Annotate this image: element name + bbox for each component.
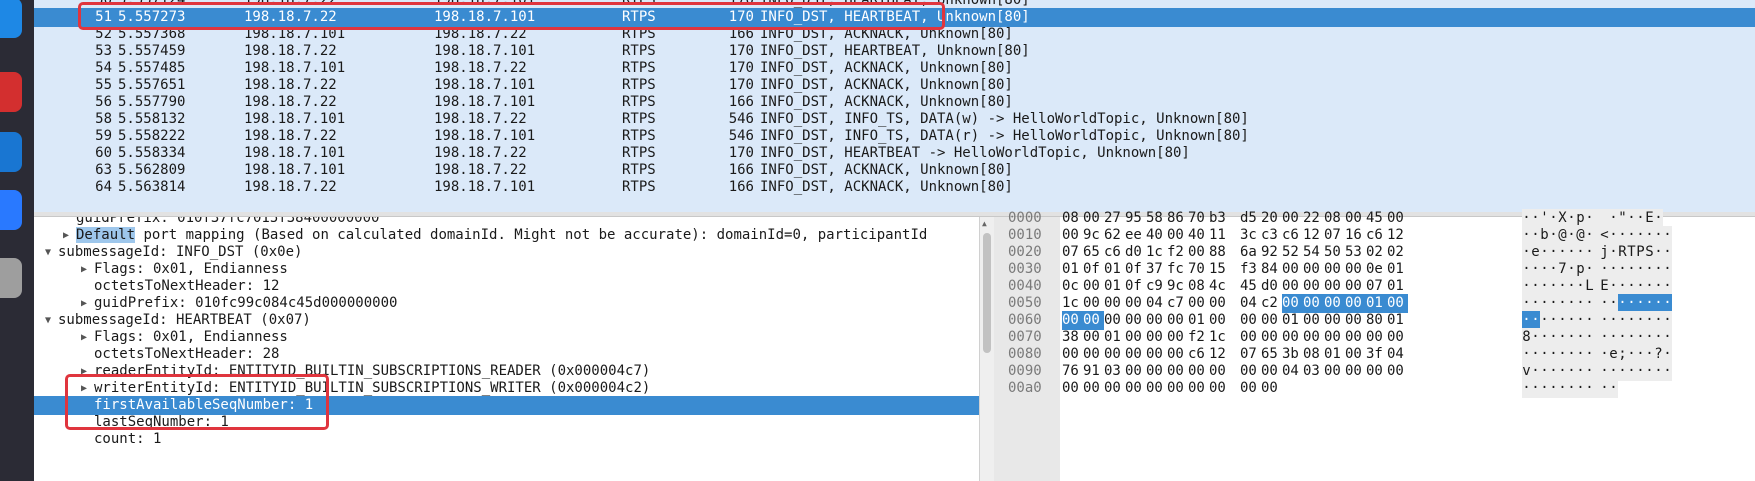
scrollbar-thumb[interactable] (983, 233, 991, 353)
ascii-char[interactable]: · (1531, 379, 1540, 398)
byte-row: 00a0 00 00 00 00 00 00 00 00 00 00 ········ ·· (994, 379, 1755, 398)
scroll-up-icon[interactable]: ▲ (982, 219, 987, 228)
packet-list[interactable]: 50 5.557124 198.18.7.22 198.18.7.101 RTPS 170… (34, 0, 1755, 212)
ascii-char[interactable]: · (1585, 379, 1594, 398)
packet-source: 198.18.7.22 (244, 179, 337, 195)
hex-byte[interactable]: 00 (1240, 379, 1261, 398)
ascii-char[interactable]: · (1540, 379, 1549, 398)
packet-details-tree[interactable]: guidPrefix: 010f37fc7015f38400000000 ▶ Def… (34, 217, 979, 481)
highlighted-text: Default (76, 227, 136, 243)
ascii-char[interactable]: · (1558, 379, 1567, 398)
ascii-char[interactable]: · (1609, 379, 1618, 398)
hex-byte[interactable]: 00 (1104, 379, 1125, 398)
detail-text-rest: port mapping (Based on calculated domain… (135, 227, 928, 243)
vscode-icon[interactable] (0, 132, 22, 172)
ascii-char[interactable]: · (1549, 379, 1558, 398)
hex-byte[interactable]: 00 (1146, 379, 1167, 398)
packet-protocol: RTPS (622, 179, 656, 195)
ascii-char[interactable]: · (1576, 379, 1585, 398)
packet-row[interactable]: 64 5.563814 198.18.7.22 198.18.7.101 RTPS 166… (34, 178, 1755, 197)
packet-destination: 198.18.7.101 (434, 179, 536, 195)
packet-length: 166 (728, 179, 754, 195)
detail-row[interactable]: count: 1 (34, 430, 979, 449)
packet-bytes-pane[interactable]: 0000 08 00 27 95 58 86 70 b3 d5 20 00 22 08 00 45 00 ··'·… (994, 209, 1755, 481)
wireshark-icon[interactable] (0, 190, 22, 230)
detail-text: count: 1 (94, 431, 162, 447)
hex-byte[interactable]: 00 (1261, 379, 1282, 398)
packet-time: 5.563814 (118, 179, 186, 195)
ascii-char[interactable]: · (1522, 379, 1531, 398)
hex-byte[interactable]: 00 (1083, 379, 1104, 398)
ascii-dump: ········ ·· (1522, 379, 1618, 398)
hex-dump: 00 00 00 00 00 00 00 00 00 00 (1062, 379, 1282, 398)
app-dock (0, 0, 34, 481)
hex-byte[interactable]: 00 (1125, 379, 1146, 398)
disk-icon[interactable] (0, 258, 22, 298)
details-scrollbar[interactable]: ▲ (979, 217, 994, 481)
hex-byte[interactable]: 00 (1062, 379, 1083, 398)
help-icon[interactable] (0, 0, 22, 38)
hex-byte[interactable]: 00 (1209, 379, 1230, 398)
byte-offset: 00a0 (1008, 380, 1042, 396)
packet-number: 64 (95, 179, 112, 195)
packet-info: INFO_DST, ACKNACK, Unknown[80] (760, 179, 1013, 195)
hex-byte[interactable]: 00 (1167, 379, 1188, 398)
terminal-icon[interactable] (0, 72, 22, 112)
ascii-char[interactable]: · (1567, 379, 1576, 398)
hex-byte[interactable]: 00 (1188, 379, 1209, 398)
ascii-char[interactable]: · (1600, 379, 1609, 398)
